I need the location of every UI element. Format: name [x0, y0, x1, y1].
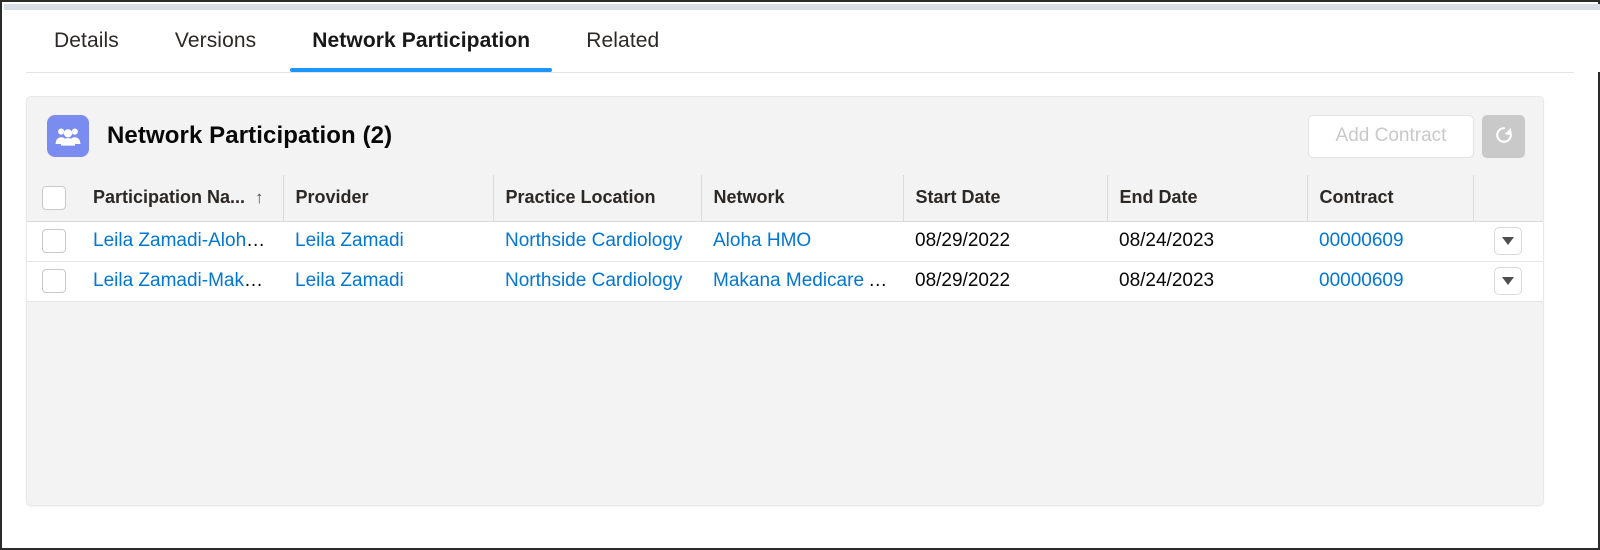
select-all-header	[27, 175, 81, 222]
cell-end-date: 08/24/2023	[1107, 261, 1307, 302]
row-checkbox[interactable]	[42, 269, 66, 293]
network-participation-table: Participation Na... ↑ Provider Practice …	[27, 175, 1543, 302]
column-header-network[interactable]: Network	[701, 175, 904, 222]
row-actions-menu-button[interactable]	[1494, 227, 1522, 255]
practice-location-link[interactable]: Northside Cardiology	[505, 230, 682, 251]
column-label: Network	[713, 187, 785, 208]
column-label: Provider	[295, 187, 369, 208]
table-row[interactable]: Leila Zamadi-Makan... Leila Zamadi North…	[27, 261, 1543, 302]
cell-network: Aloha HMO	[701, 221, 903, 262]
column-header-end-date[interactable]: End Date	[1107, 175, 1308, 222]
column-header-contract[interactable]: Contract	[1307, 175, 1474, 222]
refresh-button[interactable]	[1482, 114, 1525, 158]
row-select-cell	[27, 261, 81, 302]
cell-end-date: 08/24/2023	[1107, 221, 1307, 262]
tab-label: Related	[586, 29, 660, 52]
cell-participation-name: Leila Zamadi-Makan...	[81, 261, 283, 302]
tab-bar: Details Versions Network Participation R…	[4, 10, 1600, 72]
chevron-down-icon	[1502, 237, 1514, 245]
cell-start-date: 08/29/2022	[903, 261, 1107, 302]
column-header-participation-name[interactable]: Participation Na... ↑	[81, 175, 284, 222]
column-label: Participation Na...	[93, 187, 246, 208]
network-participation-card: Network Participation (2) Add Contract P…	[26, 96, 1544, 506]
row-select-cell	[27, 221, 81, 262]
table-empty-area	[27, 301, 1543, 504]
groups-icon	[47, 115, 89, 157]
contract-link[interactable]: 00000609	[1319, 230, 1404, 251]
tab-versions[interactable]: Versions	[147, 10, 284, 72]
participation-name-link[interactable]: Leila Zamadi-Aloha ...	[93, 230, 278, 251]
refresh-icon	[1493, 124, 1515, 149]
column-header-provider[interactable]: Provider	[283, 175, 494, 222]
row-checkbox[interactable]	[42, 229, 66, 253]
tab-related[interactable]: Related	[558, 10, 687, 72]
cell-provider: Leila Zamadi	[283, 261, 493, 302]
column-header-practice-location[interactable]: Practice Location	[493, 175, 702, 222]
cell-provider: Leila Zamadi	[283, 221, 493, 262]
tab-network-participation[interactable]: Network Participation	[284, 10, 558, 72]
table-header-row: Participation Na... ↑ Provider Practice …	[27, 175, 1543, 222]
cell-practice-location: Northside Cardiology	[493, 221, 701, 262]
card-header-actions: Add Contract	[1308, 114, 1525, 158]
row-actions-cell	[1473, 261, 1543, 302]
column-header-start-date[interactable]: Start Date	[903, 175, 1108, 222]
sort-ascending-icon: ↑	[255, 188, 264, 208]
row-actions-cell	[1473, 221, 1543, 262]
cell-network: Makana Medicare A...	[701, 261, 903, 302]
tab-details[interactable]: Details	[26, 10, 147, 72]
column-label: Start Date	[915, 187, 1001, 208]
cell-participation-name: Leila Zamadi-Aloha ...	[81, 221, 283, 262]
column-label: Contract	[1319, 187, 1394, 208]
card-header: Network Participation (2) Add Contract	[27, 97, 1543, 175]
row-actions-menu-button[interactable]	[1494, 267, 1522, 295]
tab-bar-divider	[26, 72, 1574, 73]
cell-practice-location: Northside Cardiology	[493, 261, 701, 302]
card-title: Network Participation (2)	[107, 122, 393, 149]
chevron-down-icon	[1502, 277, 1514, 285]
contract-link[interactable]: 00000609	[1319, 270, 1404, 291]
tab-label: Versions	[174, 29, 257, 52]
cell-contract: 00000609	[1307, 261, 1473, 302]
provider-link[interactable]: Leila Zamadi	[295, 230, 404, 251]
participation-name-link[interactable]: Leila Zamadi-Makan...	[93, 270, 281, 291]
practice-location-link[interactable]: Northside Cardiology	[505, 270, 682, 291]
select-all-checkbox[interactable]	[42, 185, 66, 210]
cell-contract: 00000609	[1307, 221, 1473, 262]
tab-label: Network Participation	[312, 29, 531, 52]
network-link[interactable]: Aloha HMO	[713, 230, 811, 251]
provider-link[interactable]: Leila Zamadi	[295, 270, 404, 291]
column-label: Practice Location	[505, 187, 656, 208]
network-link[interactable]: Makana Medicare A...	[713, 270, 897, 291]
add-contract-button[interactable]: Add Contract	[1308, 114, 1474, 158]
column-label: End Date	[1119, 187, 1198, 208]
app-window: Details Versions Network Participation R…	[0, 0, 1600, 550]
column-header-row-actions	[1473, 175, 1543, 222]
tab-label: Details	[54, 29, 119, 52]
table-row[interactable]: Leila Zamadi-Aloha ... Leila Zamadi Nort…	[27, 221, 1543, 262]
cell-start-date: 08/29/2022	[903, 221, 1107, 262]
